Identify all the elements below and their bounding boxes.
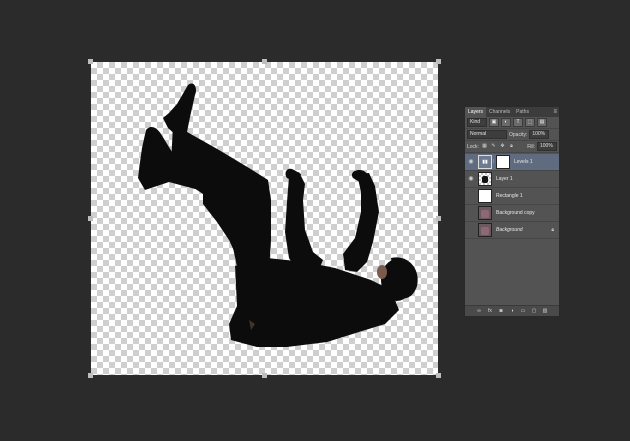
- link-layers-icon[interactable]: ∞: [476, 308, 483, 315]
- lock-move-icon[interactable]: ✥: [499, 143, 506, 150]
- fill-input[interactable]: 100%: [537, 142, 557, 151]
- tab-paths[interactable]: Paths: [513, 107, 532, 117]
- add-mask-icon[interactable]: ◙: [498, 308, 505, 315]
- smart-object-filter-icon[interactable]: ▤: [537, 118, 547, 127]
- visibility-toggle-hidden[interactable]: ◉: [467, 192, 475, 200]
- opacity-label: Opacity:: [509, 131, 528, 138]
- fill-value: 100%: [540, 143, 553, 149]
- blend-mode-value: Normal: [470, 131, 487, 137]
- layer-name: Background copy: [496, 210, 535, 216]
- panel-tabs: Layers Channels Paths ≡: [465, 107, 559, 117]
- layer-background-copy[interactable]: ◉ Background copy: [465, 205, 559, 222]
- new-layer-icon[interactable]: ▢: [531, 308, 538, 315]
- layer-list: ◉ ▮▮ ⁞ Levels 1 ◉ Layer 1 ◉ Rectangle 1 …: [465, 154, 559, 239]
- blend-row: Normal Opacity: 100%: [465, 129, 559, 141]
- layer-mask-thumbnail[interactable]: [496, 155, 510, 169]
- trash-icon[interactable]: ▥: [542, 308, 549, 315]
- layers-panel: Layers Channels Paths ≡ Kind ▣ ◐ T ⬚ ▤ N…: [464, 106, 560, 317]
- tab-channels[interactable]: Channels: [486, 107, 513, 117]
- layer-name: Layer 1: [496, 176, 513, 182]
- visibility-eye-icon[interactable]: ◉: [467, 158, 475, 166]
- falling-person-image: [138, 83, 418, 347]
- opacity-input[interactable]: 100%: [529, 130, 550, 139]
- image-filter-icon[interactable]: ▣: [489, 118, 499, 127]
- type-filter-icon[interactable]: T: [513, 118, 523, 127]
- layer-thumbnail: [478, 206, 492, 220]
- layer-name: Levels 1: [514, 159, 533, 165]
- levels-adjustment-icon: ▮▮: [478, 155, 492, 169]
- layer-lock-icon: 🔒︎: [551, 227, 554, 233]
- filter-kind-select[interactable]: Kind: [467, 118, 487, 127]
- tab-layers[interactable]: Layers: [465, 107, 487, 117]
- lock-brush-icon[interactable]: ✎: [490, 143, 497, 150]
- layer-background[interactable]: ◉ Background 🔒︎: [465, 222, 559, 239]
- shape-filter-icon[interactable]: ⬚: [525, 118, 535, 127]
- layer-thumbnail: [478, 172, 492, 186]
- visibility-toggle-hidden[interactable]: ◉: [467, 209, 475, 217]
- layer-name: Rectangle 1: [496, 193, 523, 199]
- panel-menu-icon[interactable]: ≡: [553, 107, 557, 117]
- visibility-toggle-hidden[interactable]: ◉: [467, 226, 475, 234]
- filter-row: Kind ▣ ◐ T ⬚ ▤: [465, 117, 559, 129]
- layer-name: Background: [496, 227, 523, 233]
- fill-label: Fill:: [527, 143, 535, 150]
- layer-levels-1[interactable]: ◉ ▮▮ ⁞ Levels 1: [465, 154, 559, 171]
- layer-thumbnail: [478, 223, 492, 237]
- panel-footer: ∞ fx ◙ ◑ ▭ ▢ ▥: [465, 305, 559, 316]
- layer-layer-1[interactable]: ◉ Layer 1: [465, 171, 559, 188]
- lock-label: Lock:: [467, 143, 479, 150]
- new-group-icon[interactable]: ▭: [520, 308, 527, 315]
- layer-rectangle-1[interactable]: ◉ Rectangle 1: [465, 188, 559, 205]
- filter-kind-label: Kind: [470, 119, 481, 125]
- lock-transparent-icon[interactable]: ▦: [481, 143, 488, 150]
- opacity-value: 100%: [532, 131, 546, 137]
- adjustment-filter-icon[interactable]: ◐: [501, 118, 511, 127]
- blend-mode-select[interactable]: Normal: [467, 130, 507, 139]
- document-canvas[interactable]: [88, 59, 441, 378]
- lock-row: Lock: ▦ ✎ ✥ 🔒︎ Fill: 100%: [465, 141, 559, 153]
- lock-all-icon[interactable]: 🔒︎: [508, 143, 515, 150]
- visibility-eye-icon[interactable]: ◉: [467, 175, 475, 183]
- fx-icon[interactable]: fx: [487, 308, 494, 315]
- layer-thumbnail: [478, 189, 492, 203]
- adjustment-layer-icon[interactable]: ◑: [509, 308, 516, 315]
